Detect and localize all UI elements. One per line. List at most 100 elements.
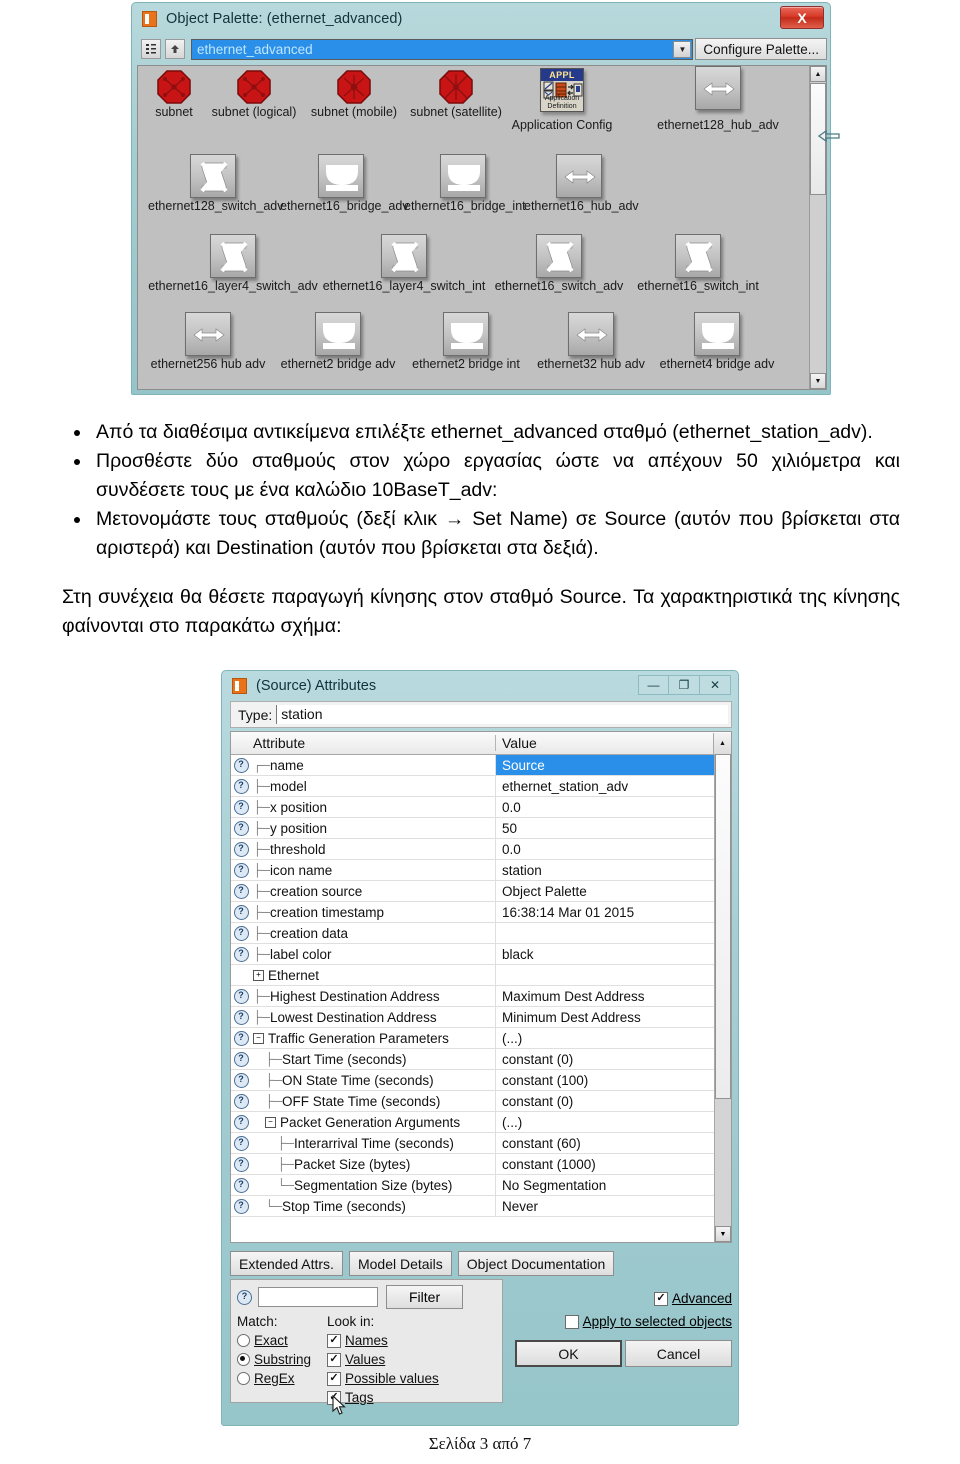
extended-attrs-button[interactable]: Extended Attrs. [230, 1251, 343, 1276]
palette-item-ethernet2-bridge-adv[interactable]: ethernet2 bridge adv [274, 312, 402, 371]
radio-exact[interactable]: Exact [237, 1331, 327, 1350]
help-icon[interactable]: ? [233, 1072, 249, 1088]
table-row[interactable]: ? ├─ ON State Time (seconds) constant (100) [231, 1070, 731, 1091]
palette-item-ethernet16-switch-adv[interactable]: ethernet16_switch_adv [490, 234, 628, 293]
scroll-up-icon[interactable]: ▲ [713, 732, 731, 754]
help-icon[interactable]: ? [233, 778, 249, 794]
help-icon[interactable]: ? [237, 1289, 252, 1305]
checkbox-values[interactable]: ✓ Values [327, 1350, 497, 1369]
table-row[interactable]: ? ├─ Interarrival Time (seconds) constant (… [231, 1133, 731, 1154]
palette-item-ethernet2-bridge-int[interactable]: ethernet2 bridge int [404, 312, 528, 371]
scroll-up-icon[interactable]: ▲ [810, 66, 826, 82]
attribute-value[interactable]: station [496, 860, 731, 880]
checkbox-tags[interactable]: ✓ Tags [327, 1388, 497, 1407]
filter-button[interactable]: Filter [386, 1285, 464, 1309]
table-row[interactable]: ? ├─ x position 0.0 [231, 797, 731, 818]
help-icon[interactable]: ? [233, 1030, 249, 1046]
palette-item-ethernet16-bridge-int[interactable]: ethernet16_bridge_int [404, 154, 526, 213]
help-icon[interactable]: ? [233, 925, 249, 941]
chevron-down-icon[interactable]: ▼ [673, 40, 692, 58]
tree-expander-icon[interactable]: + [253, 969, 264, 981]
attribute-value[interactable]: Source [496, 755, 731, 775]
cancel-button[interactable]: Cancel [625, 1340, 732, 1367]
attribute-value[interactable]: constant (0) [496, 1049, 731, 1069]
palette-item-ethernet4-bridge-adv[interactable]: ethernet4 bridge adv [654, 312, 780, 371]
help-icon[interactable]: ? [233, 1114, 249, 1130]
attribute-value[interactable]: 0.0 [496, 839, 731, 859]
palette-item-ethernet16-hub-adv[interactable]: ethernet16_hub_adv [524, 154, 639, 213]
table-row[interactable]: ? └─ Segmentation Size (bytes) No Segmentat… [231, 1175, 731, 1196]
table-row[interactable]: + Ethernet [231, 965, 731, 986]
table-row[interactable]: ? ├─ icon name station [231, 860, 731, 881]
configure-palette-button[interactable]: Configure Palette... [695, 38, 827, 60]
palette-titlebar[interactable]: Object Palette: (ethernet_advanced) X [132, 3, 830, 34]
attribute-value[interactable] [496, 965, 731, 985]
attribute-value[interactable]: Never [496, 1196, 731, 1216]
palette-icon-canvas[interactable]: subnet subnet (logical) subnet (mobile) … [137, 65, 827, 390]
help-icon[interactable]: ? [233, 1177, 249, 1193]
palette-item-ethernet32-hub-adv[interactable]: ethernet32 hub adv [530, 312, 652, 371]
table-row[interactable]: ? ├─ Packet Size (bytes) constant (1000) [231, 1154, 731, 1175]
attribute-value[interactable] [496, 923, 731, 943]
attribute-value[interactable]: constant (1000) [496, 1154, 731, 1174]
help-icon[interactable]: ? [233, 757, 249, 773]
tree-expander-icon[interactable]: − [265, 1116, 276, 1128]
scrollbar-thumb[interactable] [715, 754, 731, 1099]
table-row[interactable]: ? ├─ Start Time (seconds) constant (0) [231, 1049, 731, 1070]
table-row[interactable]: ? ├─ threshold 0.0 [231, 839, 731, 860]
checkbox-names[interactable]: ✓ Names [327, 1331, 497, 1350]
close-icon[interactable]: ✕ [700, 675, 731, 695]
help-icon[interactable]: ? [233, 820, 249, 836]
table-row[interactable]: ? ├─ model ethernet_station_adv [231, 776, 731, 797]
help-icon[interactable]: ? [233, 988, 249, 1004]
palette-close-button[interactable]: X [780, 6, 824, 29]
help-icon[interactable]: ? [233, 1093, 249, 1109]
palette-item-ethernet16-layer4-switch-adv[interactable]: ethernet16_layer4_switch_adv [148, 234, 318, 293]
scroll-down-icon[interactable]: ▼ [715, 1226, 731, 1242]
attribute-value[interactable]: ethernet_station_adv [496, 776, 731, 796]
attribute-value[interactable]: Minimum Dest Address [496, 1007, 731, 1027]
help-icon[interactable]: ? [233, 904, 249, 920]
attribute-value[interactable]: constant (100) [496, 1070, 731, 1090]
attribute-value[interactable]: 16:38:14 Mar 01 2015 [496, 902, 731, 922]
palette-item-ethernet256-hub-adv[interactable]: ethernet256 hub adv [144, 312, 272, 371]
attributes-titlebar[interactable]: (Source) Attributes — ❐ ✕ [222, 671, 738, 700]
palette-item-ethernet16-layer4-switch-int[interactable]: ethernet16_layer4_switch_int [320, 234, 488, 293]
filter-input[interactable] [258, 1287, 378, 1307]
palette-vertical-scrollbar[interactable]: ▲ ▼ [809, 66, 826, 389]
help-icon[interactable]: ? [233, 946, 249, 962]
table-row[interactable]: ? ├─ creation source Object Palette [231, 881, 731, 902]
up-level-icon[interactable] [165, 39, 185, 59]
palette-item-ethernet16-bridge-adv[interactable]: ethernet16_bridge_adv [280, 154, 409, 213]
palette-item-subnet-mobile[interactable]: subnet (mobile) [306, 70, 402, 119]
radio-regex[interactable]: RegEx [237, 1369, 327, 1388]
attribute-value[interactable]: No Segmentation [496, 1175, 731, 1195]
attribute-value[interactable]: constant (0) [496, 1091, 731, 1111]
help-icon[interactable]: ? [233, 862, 249, 878]
palette-item-ethernet16-switch-int[interactable]: ethernet16_switch_int [630, 234, 766, 293]
type-value[interactable]: station [276, 705, 728, 724]
checkbox-possible-values[interactable]: ✓ Possible values [327, 1369, 497, 1388]
table-row[interactable]: ? ├─ Highest Destination Address Maximum De… [231, 986, 731, 1007]
table-row[interactable]: ? ├─ creation timestamp 16:38:14 Mar 01 201… [231, 902, 731, 923]
radio-substring[interactable]: Substring [237, 1350, 327, 1369]
attribute-value[interactable]: Object Palette [496, 881, 731, 901]
attribute-value[interactable]: black [496, 944, 731, 964]
palette-selector-combo[interactable]: ethernet_advanced ▼ [191, 38, 694, 60]
help-icon[interactable]: ? [233, 1198, 249, 1214]
attribute-value[interactable]: 0.0 [496, 797, 731, 817]
checkbox-advanced[interactable]: ✓ Advanced [512, 1291, 732, 1306]
help-icon[interactable]: ? [233, 1009, 249, 1025]
table-row[interactable]: ? ├─ Lowest Destination Address Minimum Des… [231, 1007, 731, 1028]
palette-item-subnet-logical[interactable]: subnet (logical) [204, 70, 304, 119]
model-details-button[interactable]: Model Details [348, 1251, 452, 1276]
help-icon[interactable]: ? [233, 883, 249, 899]
help-icon[interactable]: ? [233, 1051, 249, 1067]
attribute-value[interactable]: Maximum Dest Address [496, 986, 731, 1006]
tree-view-icon[interactable] [141, 39, 161, 59]
table-row[interactable]: ? ├─ OFF State Time (seconds) constant (0) [231, 1091, 731, 1112]
checkbox-apply-to-selected[interactable]: Apply to selected objects [512, 1314, 732, 1329]
maximize-icon[interactable]: ❐ [669, 675, 700, 695]
palette-item-application-config[interactable]: APPL Application Definition Application … [472, 68, 652, 132]
attributes-table[interactable]: Attribute Value ▲ ? ┌─ name Source? ├─ model e… [230, 731, 732, 1243]
